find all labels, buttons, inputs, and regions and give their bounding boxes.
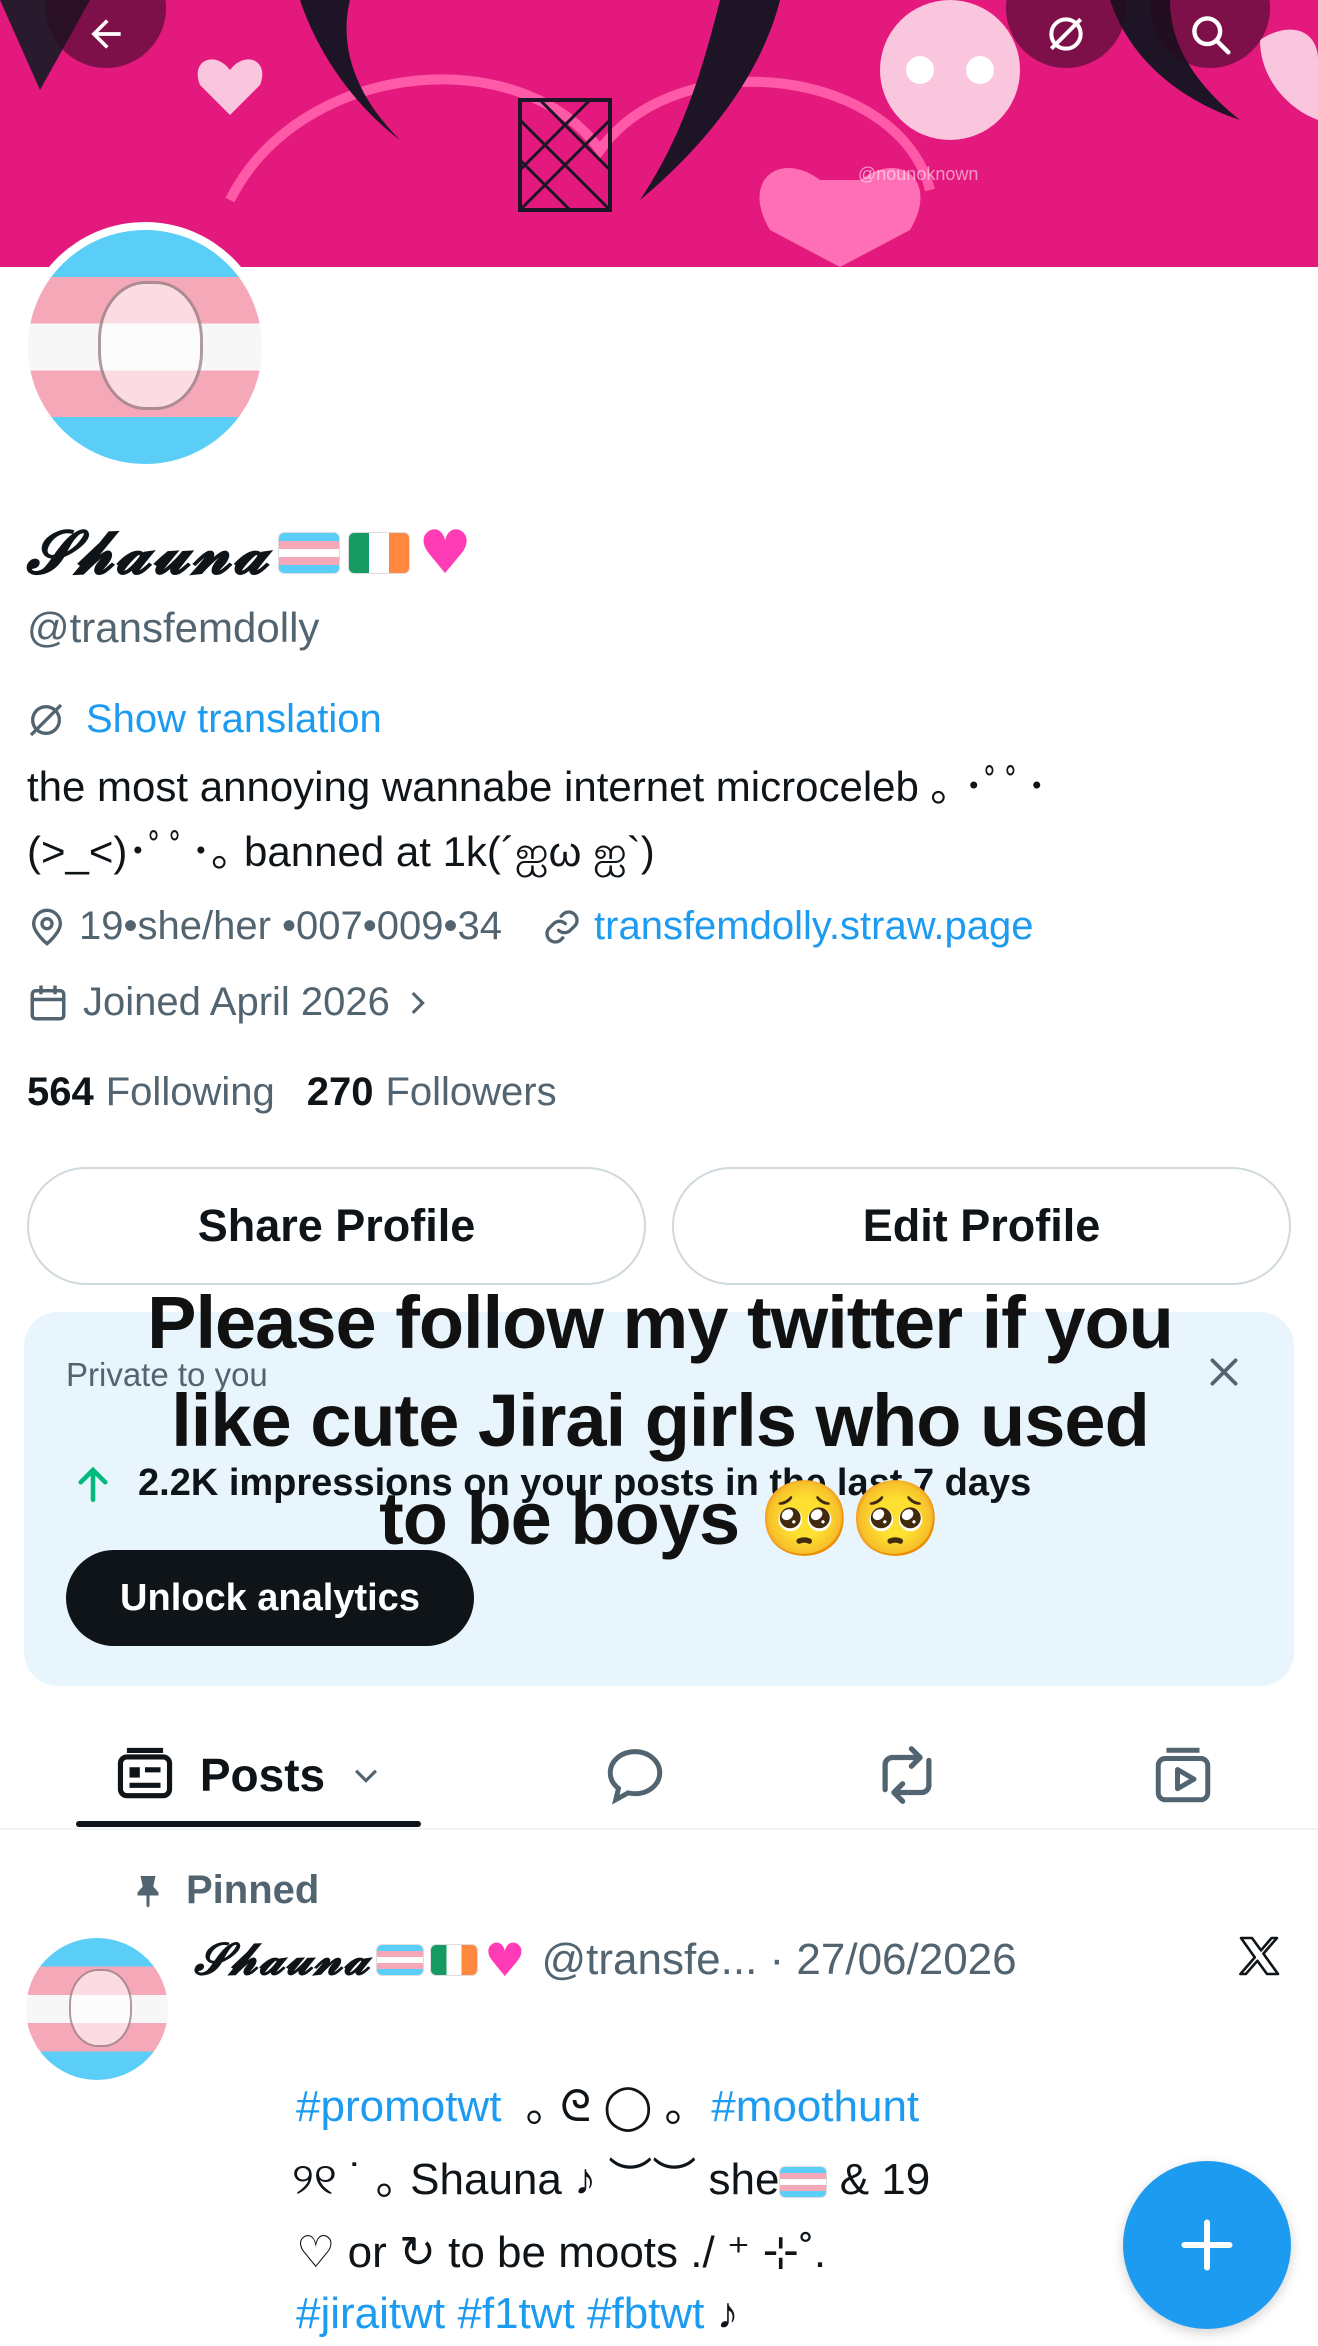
- link-icon: [545, 909, 579, 944]
- translate-icon: [29, 703, 63, 736]
- reply-bubble-icon: [607, 1749, 663, 1805]
- repost-icon: [882, 1746, 932, 1804]
- overlay-line: like cute Jirai girls who used: [171, 1379, 1150, 1462]
- banner-watermark: @nounoknown: [858, 164, 979, 184]
- media-icon: [1155, 1747, 1211, 1803]
- overlay-line: Please follow my twitter if you: [147, 1281, 1174, 1364]
- tab-replies[interactable]: [560, 1720, 710, 1830]
- trans-flag-icon: [376, 1943, 425, 1976]
- chevron-right-icon: [411, 991, 425, 1014]
- post-line: #promotwt ｡ ᘓ ◯ ｡ #moothunt: [296, 2070, 930, 2143]
- profile-meta: 19•she/her •007•009•34 transfemdolly.str…: [27, 904, 1034, 949]
- compose-post-button[interactable]: [1123, 2161, 1291, 2329]
- followers-count: 270: [306, 1070, 374, 1114]
- plus-icon: [1181, 2219, 1233, 2271]
- follow-stats: 564 Following 270 Followers: [27, 1070, 557, 1115]
- pinned-indicator: Pinned: [130, 1868, 319, 1913]
- chevron-down-icon: [355, 1769, 378, 1783]
- post-text: & 19: [827, 2155, 931, 2204]
- arrow-left-icon: [91, 19, 121, 49]
- profile-banner: @nounoknown: [0, 0, 1318, 267]
- pinned-label: Pinned: [186, 1868, 320, 1912]
- banner-artwork: [0, 0, 1318, 267]
- post-text: ♪: [704, 2289, 739, 2338]
- post-line: ୨୧ ˙ ｡ Shauna ♪ ︶︶ she & 19: [292, 2143, 930, 2216]
- trans-flag-icon: [779, 2166, 828, 2199]
- overlay-caption: Please follow my twitter if you like cut…: [40, 1274, 1280, 1568]
- following-link[interactable]: 564 Following: [27, 1070, 275, 1115]
- post-avatar[interactable]: [26, 1938, 168, 2080]
- post-line: ♡ or ↻ to be moots ./ ⁺ ⊹˚.: [296, 2216, 930, 2289]
- joined-label: Joined April 2026: [83, 980, 390, 1024]
- hashtag-link[interactable]: #f1twt: [457, 2289, 574, 2338]
- pink-heart-icon: ♥: [484, 1932, 526, 1987]
- edit-profile-button[interactable]: Edit Profile: [672, 1167, 1291, 1285]
- profile-location: 19•she/her •007•009•34: [79, 904, 503, 948]
- tab-reposts[interactable]: [832, 1720, 982, 1830]
- post-body: #promotwt ｡ ᘓ ◯ ｡ #moothunt ୨୧ ˙ ｡ Shauna…: [292, 2070, 930, 2339]
- avatar-image: [28, 230, 262, 464]
- share-profile-button[interactable]: Share Profile: [27, 1167, 646, 1285]
- ireland-flag-icon: [430, 1943, 479, 1976]
- post-text: ｡ ᘓ ◯ ｡: [501, 2082, 712, 2131]
- post-author-name[interactable]: 𝓢𝓱𝓪𝓾𝓷𝓪: [194, 1934, 370, 1985]
- hashtag-link[interactable]: #moothunt: [711, 2082, 919, 2131]
- following-label: Following: [105, 1070, 275, 1114]
- post-handle-date: @transfe... · 27/06/2026: [541, 1934, 1017, 1984]
- bio-line: the most annoying wannabe internet micro…: [27, 763, 1048, 810]
- followers-label: Followers: [385, 1070, 557, 1114]
- followers-link[interactable]: 270 Followers: [307, 1070, 557, 1115]
- pink-heart-icon: ♥: [418, 518, 472, 588]
- profile-avatar[interactable]: [20, 222, 270, 472]
- post-text: ୨୧ ˙ ｡ Shauna ♪ ︶︶ she: [292, 2155, 780, 2204]
- active-tab-indicator: [76, 1821, 421, 1827]
- profile-handle: @transfemdolly: [27, 604, 320, 651]
- post-line: #jiraitwt #f1twt #fbtwt ♪: [296, 2289, 930, 2339]
- overlay-line: to be boys 🥺🥺: [379, 1477, 942, 1560]
- translate-icon: [1049, 17, 1083, 51]
- bio-line: (>_<)･ﾟﾟ･｡ banned at 1k(´ஐω ஐ`): [27, 828, 655, 875]
- profile-tabs: Posts: [0, 1720, 1318, 1830]
- trans-flag-icon: [278, 532, 341, 574]
- display-name: 𝓢𝓱𝓪𝓾𝓷𝓪: [26, 518, 271, 588]
- post-header: 𝓢𝓱𝓪𝓾𝓷𝓪 ♥ @transfe... · 27/06/2026: [194, 1934, 1017, 1985]
- following-count: 564: [27, 1070, 94, 1114]
- pin-icon: [137, 1875, 159, 1907]
- display-name-row: 𝓢𝓱𝓪𝓾𝓷𝓪 ♥: [26, 518, 472, 588]
- show-translation-link[interactable]: Show translation: [26, 697, 382, 742]
- x-logo-icon: [1234, 1932, 1284, 1985]
- hashtag-link[interactable]: #fbtwt: [587, 2289, 704, 2338]
- tab-posts[interactable]: Posts: [76, 1720, 421, 1830]
- location-pin-icon: [31, 908, 63, 946]
- tab-posts-label: Posts: [199, 1749, 326, 1801]
- profile-website-link[interactable]: transfemdolly.straw.page: [594, 904, 1033, 949]
- profile-bio: the most annoying wannabe internet micro…: [27, 754, 1297, 884]
- hashtag-link[interactable]: #jiraitwt: [296, 2289, 445, 2338]
- posts-icon: [117, 1747, 172, 1799]
- search-icon: [1192, 16, 1231, 55]
- tab-media[interactable]: [1108, 1720, 1258, 1830]
- hashtag-link[interactable]: #promotwt: [296, 2082, 501, 2131]
- ireland-flag-icon: [348, 532, 411, 574]
- show-translation-label: Show translation: [86, 697, 382, 741]
- post-text: ♡ or ↻ to be moots ./ ⁺ ⊹˚.: [296, 2228, 827, 2277]
- calendar-icon: [30, 985, 66, 1020]
- joined-date[interactable]: Joined April 2026: [27, 980, 448, 1025]
